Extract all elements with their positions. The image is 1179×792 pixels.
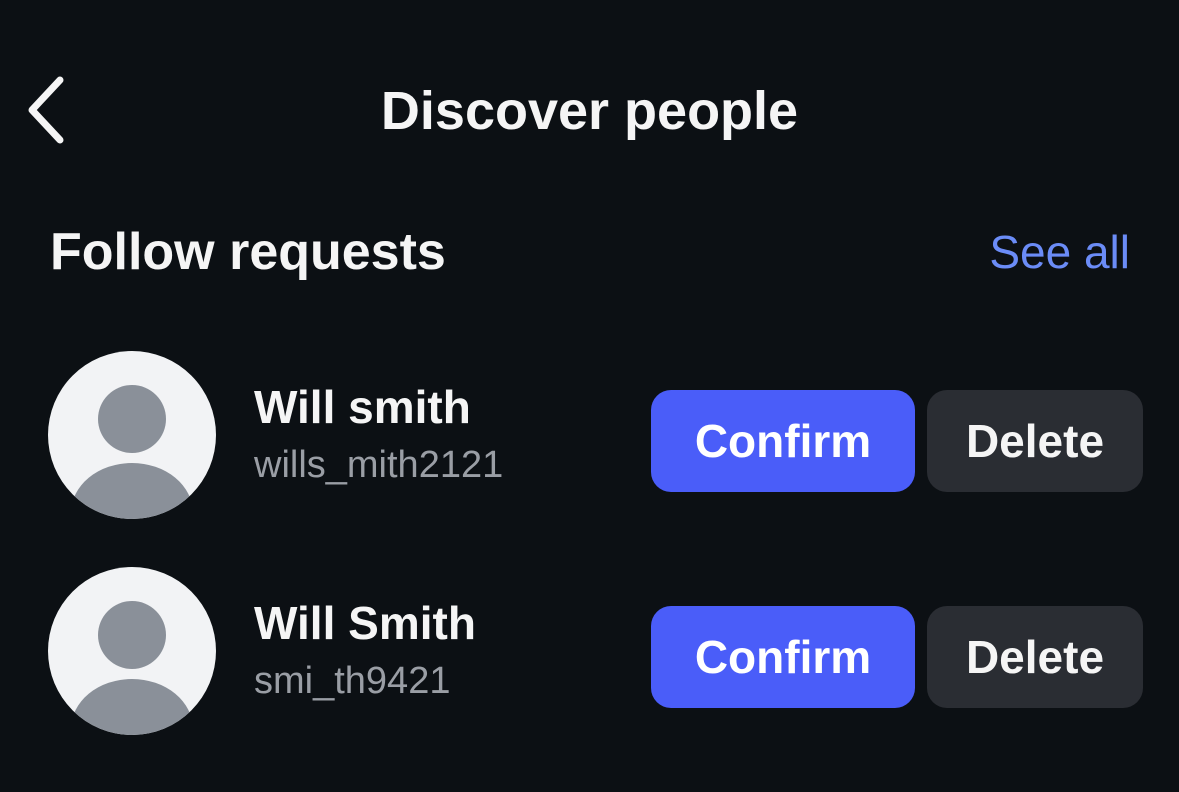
delete-button[interactable]: Delete — [927, 390, 1143, 492]
follow-request-row: Will Smith smi_th9421 Confirm Delete — [0, 567, 1179, 737]
confirm-button[interactable]: Confirm — [651, 390, 915, 492]
display-name[interactable]: Will Smith — [254, 595, 476, 651]
header: Discover people — [0, 0, 1179, 220]
username: wills_mith2121 — [254, 444, 504, 486]
see-all-link[interactable]: See all — [989, 222, 1130, 282]
username: smi_th9421 — [254, 660, 451, 702]
avatar-body-shape — [71, 463, 193, 519]
avatar-body-shape — [71, 679, 193, 735]
section-title: Follow requests — [50, 223, 446, 281]
display-name[interactable]: Will smith — [254, 379, 471, 435]
page-title: Discover people — [380, 81, 799, 141]
avatar-head-shape — [98, 601, 166, 669]
confirm-button[interactable]: Confirm — [651, 606, 915, 708]
default-avatar-icon[interactable] — [48, 351, 216, 519]
delete-button[interactable]: Delete — [927, 606, 1143, 708]
follow-request-row: Will smith wills_mith2121 Confirm Delete — [0, 351, 1179, 521]
default-avatar-icon[interactable] — [48, 567, 216, 735]
avatar-head-shape — [98, 385, 166, 453]
